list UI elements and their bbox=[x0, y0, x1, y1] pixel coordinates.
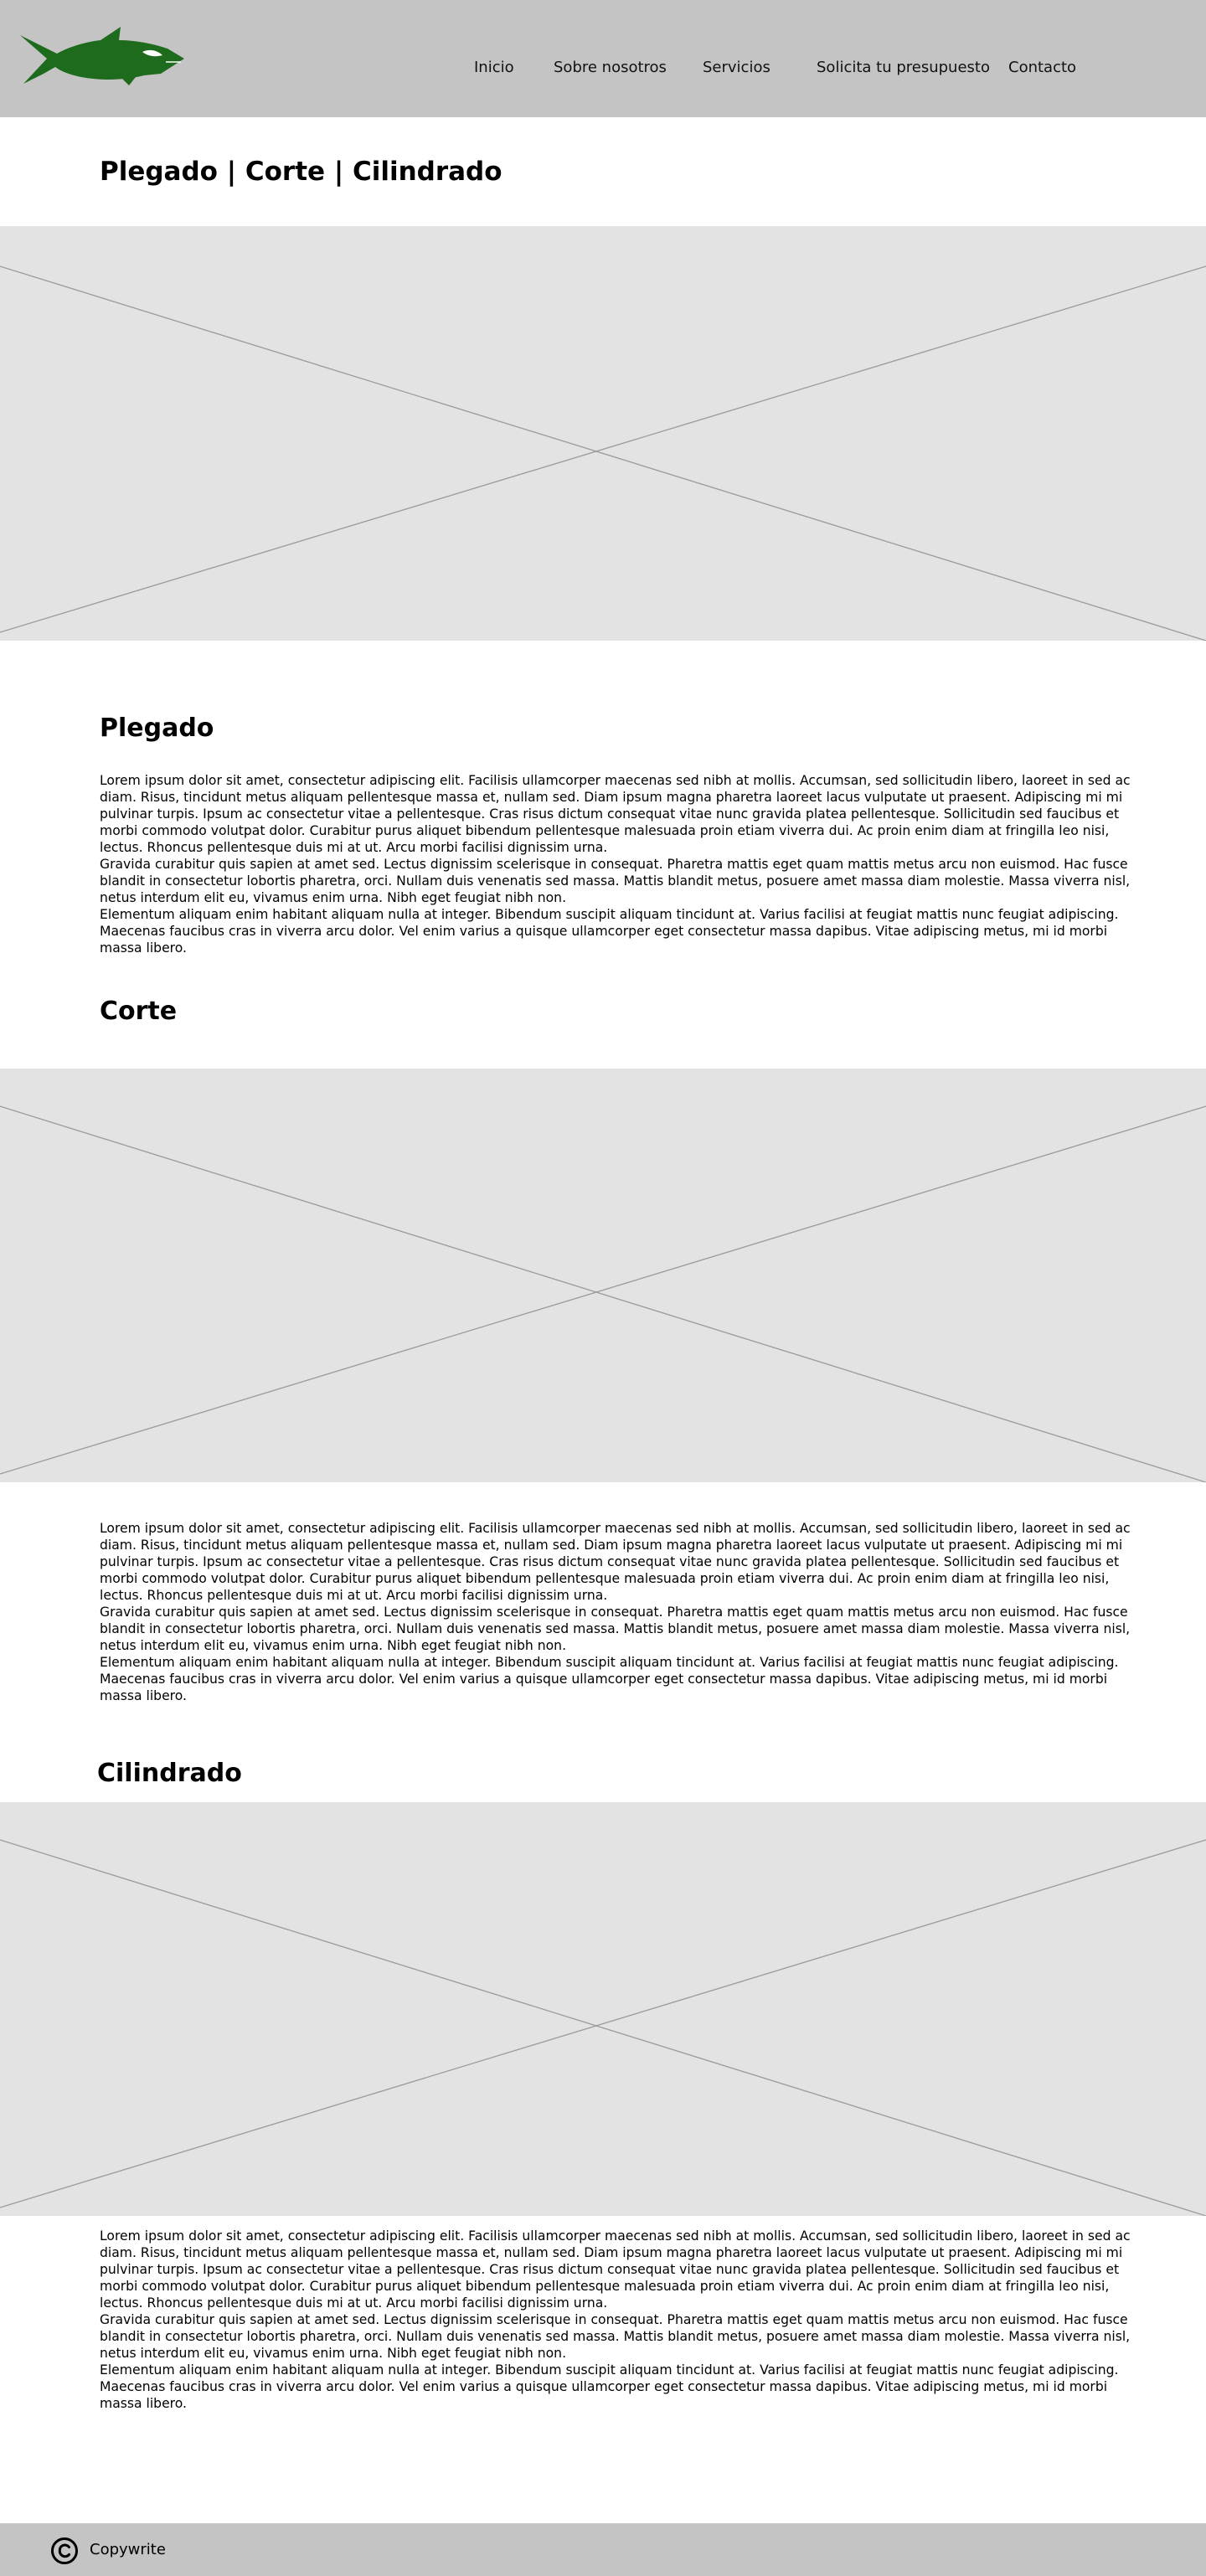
section-text-corte: Lorem ipsum dolor sit amet, consectetur … bbox=[100, 1520, 1142, 1704]
paragraph: Elementum aliquam enim habitant aliquam … bbox=[100, 907, 1119, 956]
section-title-cilindrado: Cilindrado bbox=[97, 1759, 242, 1788]
placeholder-cross-icon bbox=[0, 1105, 1206, 1482]
nav-sobre-nosotros[interactable]: Sobre nosotros bbox=[554, 59, 667, 76]
site-footer: Copywrite bbox=[0, 2523, 1206, 2576]
nav-contacto[interactable]: Contacto bbox=[1008, 59, 1076, 76]
placeholder-cross-icon bbox=[0, 1839, 1206, 2216]
section-text-cilindrado: Lorem ipsum dolor sit amet, consectetur … bbox=[100, 2228, 1142, 2412]
nav-solicita-presupuesto[interactable]: Solicita tu presupuesto bbox=[817, 59, 990, 76]
nav-servicios[interactable]: Servicios bbox=[703, 59, 770, 76]
image-placeholder-cilindrado bbox=[0, 1802, 1206, 2216]
image-placeholder-plegado bbox=[0, 226, 1206, 641]
paragraph: Gravida curabitur quis sapien at amet se… bbox=[100, 857, 1131, 905]
section-title-plegado: Plegado bbox=[100, 714, 214, 743]
image-placeholder-corte bbox=[0, 1069, 1206, 1482]
page-title: Plegado | Corte | Cilindrado bbox=[100, 157, 502, 187]
copyright-label: Copywrite bbox=[90, 2541, 166, 2558]
paragraph: Elementum aliquam enim habitant aliquam … bbox=[100, 2362, 1119, 2411]
paragraph: Lorem ipsum dolor sit amet, consectetur … bbox=[100, 773, 1131, 855]
copyright-icon bbox=[51, 2537, 78, 2564]
section-title-corte: Corte bbox=[100, 997, 178, 1026]
section-text-plegado: Lorem ipsum dolor sit amet, consectetur … bbox=[100, 772, 1142, 956]
placeholder-cross-icon bbox=[0, 265, 1206, 641]
paragraph: Gravida curabitur quis sapien at amet se… bbox=[100, 2312, 1131, 2361]
site-header: Inicio Sobre nosotros Servicios Solicita… bbox=[0, 0, 1206, 117]
nav-inicio[interactable]: Inicio bbox=[474, 59, 514, 76]
paragraph: Lorem ipsum dolor sit amet, consectetur … bbox=[100, 1521, 1131, 1603]
shark-logo-icon[interactable] bbox=[18, 25, 186, 92]
paragraph: Elementum aliquam enim habitant aliquam … bbox=[100, 1655, 1119, 1703]
paragraph: Lorem ipsum dolor sit amet, consectetur … bbox=[100, 2228, 1131, 2311]
paragraph: Gravida curabitur quis sapien at amet se… bbox=[100, 1605, 1131, 1653]
